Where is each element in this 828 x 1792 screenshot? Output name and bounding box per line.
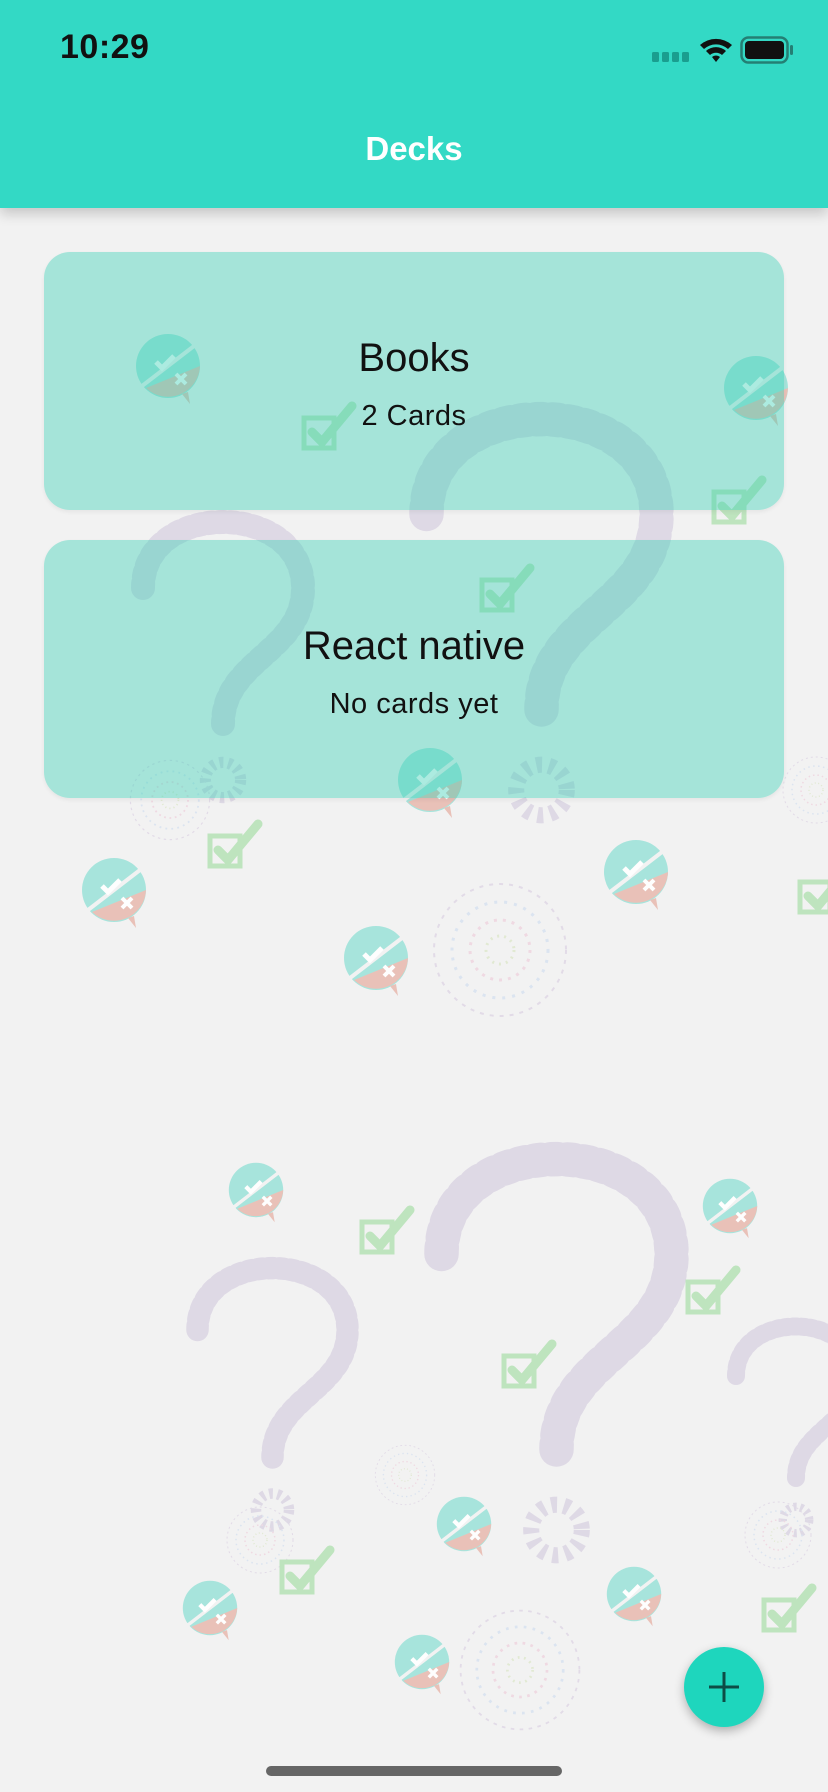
deck-card[interactable]: React native No cards yet [44,540,784,798]
status-bar: 10:29 [0,0,828,100]
status-time: 10:29 [60,28,150,66]
deck-list: Books 2 Cards React native No cards yet [44,252,784,828]
deck-card[interactable]: Books 2 Cards [44,252,784,510]
app-header: 10:29 Decks [0,0,828,208]
home-indicator [266,1766,562,1776]
deck-card-count: No cards yet [329,688,499,720]
add-deck-button[interactable] [684,1647,764,1727]
deck-title: Books [358,336,470,380]
signal-icon [652,52,689,62]
wifi-icon [700,38,732,62]
page-title: Decks [365,130,463,167]
battery-icon [740,36,793,64]
screen: 10:29 Decks Books 2 Cards React native N… [0,0,828,1792]
deck-card-count: 2 Cards [361,400,467,432]
deck-title: React native [302,624,526,668]
plus-icon [709,1672,739,1702]
